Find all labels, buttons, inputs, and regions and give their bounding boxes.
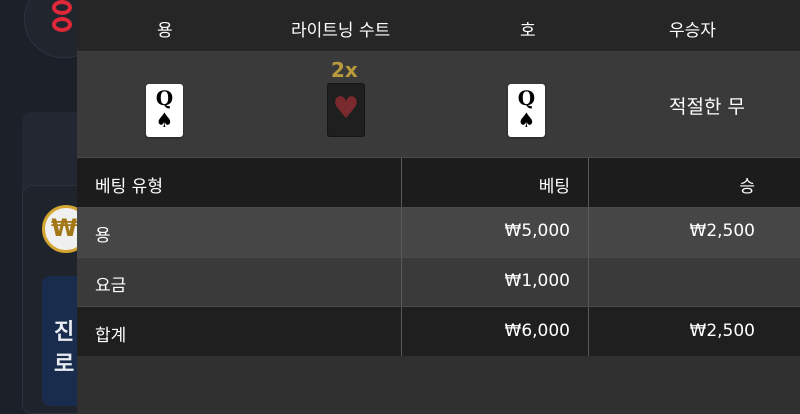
row-bet-amount: ₩1,000 — [504, 271, 570, 291]
row-divider — [77, 207, 800, 208]
dragon-card: Q ♠ — [146, 84, 183, 137]
header-dragon: 용 — [157, 21, 173, 41]
header-lightning-suit: 라이트닝 수트 — [291, 21, 391, 41]
background-text-2: 로 — [54, 352, 75, 377]
total-win-amount: ₩2,500 — [689, 321, 755, 341]
table-row: 요금 ₩1,000 — [77, 257, 800, 307]
header-bet-type: 베팅 유형 — [95, 177, 163, 197]
total-bet-amount: ₩6,000 — [504, 321, 570, 341]
lightning-suit-card: ♥ — [327, 83, 365, 137]
summary-cards-row: Q ♠ 2x ♥ Q ♠ 적절한 무 — [77, 52, 800, 158]
row-divider — [77, 257, 800, 258]
bets-table-header: 베팅 유형 베팅 승 — [77, 158, 800, 207]
dragon-card-rank: Q — [155, 86, 174, 110]
panel-footer — [77, 356, 800, 414]
tiger-card-rank: Q — [517, 86, 536, 110]
row-bet-type: 요금 — [95, 276, 127, 296]
winner-result: 적절한 무 — [669, 96, 745, 118]
header-tiger: 호 — [520, 21, 536, 41]
round-result-panel: 용 라이트닝 수트 호 우승자 Q ♠ 2x ♥ Q ♠ 적절한 무 베팅 유형… — [77, 0, 800, 414]
header-win: 승 — [739, 177, 755, 197]
row-divider — [77, 157, 800, 158]
row-divider — [77, 306, 800, 307]
background-text-1: 진 — [54, 320, 75, 345]
brand-logo-icon — [52, 0, 74, 34]
tiger-card: Q ♠ — [508, 84, 545, 137]
header-winner: 우승자 — [669, 21, 716, 41]
total-label: 합계 — [95, 326, 127, 346]
summary-header-row: 용 라이트닝 수트 호 우승자 — [77, 0, 800, 52]
lightning-multiplier: 2x — [331, 58, 358, 82]
table-row: 용 ₩5,000 ₩2,500 — [77, 207, 800, 257]
spade-icon: ♠ — [155, 108, 174, 132]
table-row-total: 합계 ₩6,000 ₩2,500 — [77, 307, 800, 357]
row-win-amount: ₩2,500 — [689, 221, 755, 241]
header-bet: 베팅 — [538, 177, 570, 197]
row-bet-amount: ₩5,000 — [504, 221, 570, 241]
row-bet-type: 용 — [95, 226, 111, 246]
spade-icon: ♠ — [517, 108, 536, 132]
heart-icon: ♥ — [332, 91, 360, 126]
